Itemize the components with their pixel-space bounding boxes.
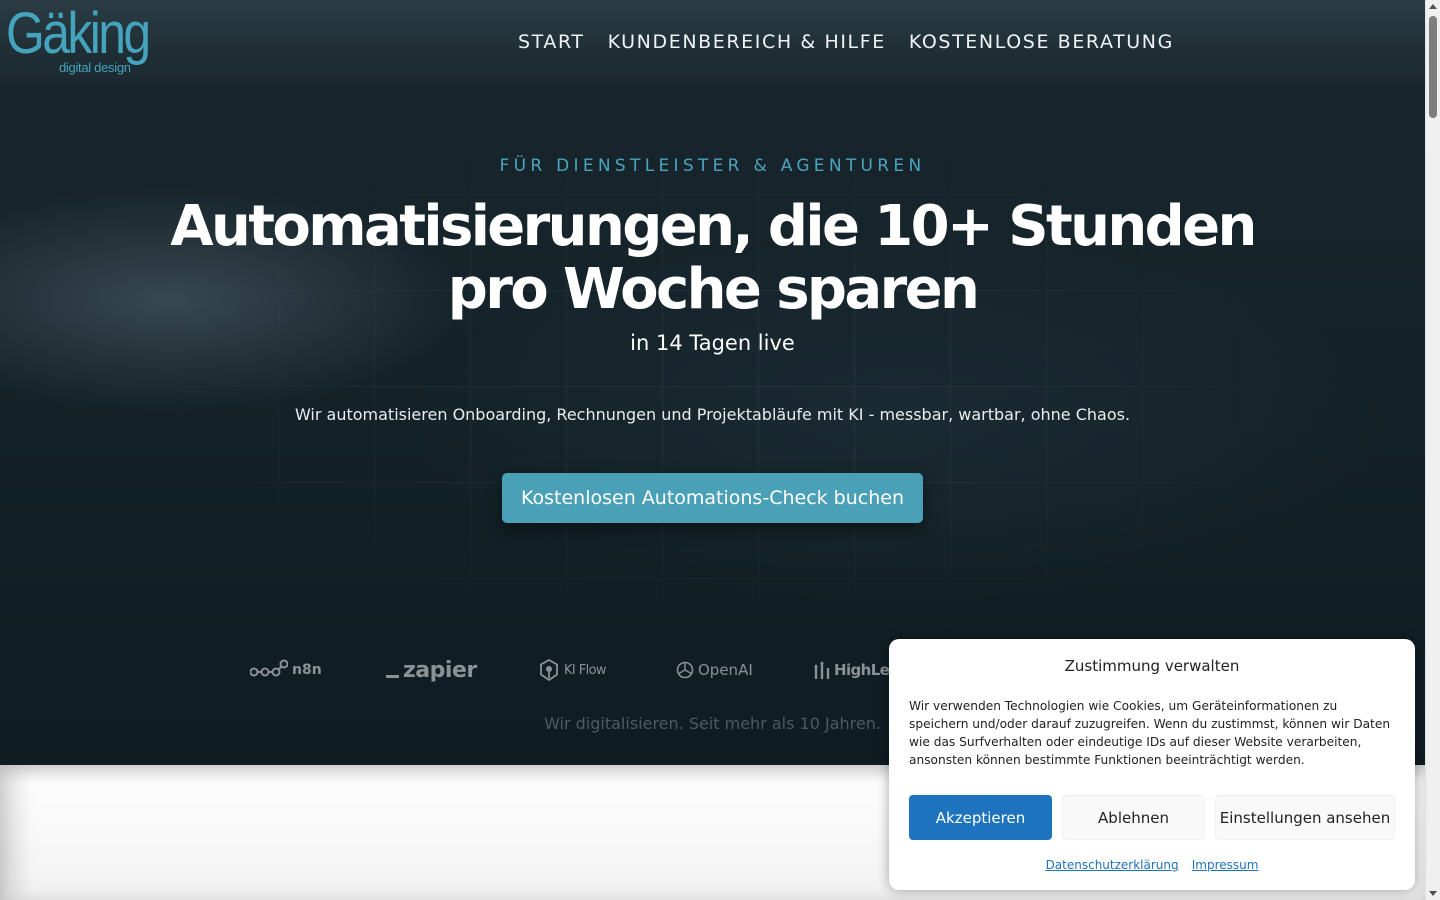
consent-text: Wir verwenden Technologien wie Cookies, … [909, 699, 1391, 767]
partner-logo-kiflow: KI Flow [538, 650, 607, 690]
n8n-icon [250, 659, 288, 677]
logo-wordmark: Gäking [6, 1, 151, 66]
consent-title: Zustimmung verwalten [1064, 657, 1240, 675]
openai-label: OpenAI [698, 661, 753, 679]
view-preferences-button[interactable]: Einstellungen ansehen [1215, 795, 1395, 840]
kiflow-label: KI Flow [564, 662, 607, 678]
nav-item-kundenbereich[interactable]: KUNDENBEREICH & HILFE [608, 28, 886, 56]
partner-logo-n8n: n8n [250, 650, 322, 690]
zapier-logo [386, 674, 399, 678]
highlevel-icon [814, 661, 830, 679]
hero-headline: Automatisierungen, die 10+ Stunden pro W… [170, 194, 1257, 322]
hero-subline: in 14 Tagen live [630, 331, 795, 355]
partner-logo-zapier: zapier [386, 650, 477, 690]
site-logo[interactable]: Gäking digital design [6, 1, 166, 78]
main-navigation: START KUNDENBEREICH & HILFE KOSTENLOSE B… [518, 28, 1197, 56]
logo-tagline: digital design [59, 60, 131, 75]
hero-lead-text: Wir automatisieren Onboarding, Rechnunge… [294, 405, 1131, 424]
nav-item-start[interactable]: START [518, 28, 585, 56]
cookie-consent-dialog: Zustimmung verwalten Wir verwenden Techn… [889, 639, 1415, 890]
partner-logo-openai: OpenAI [676, 650, 753, 690]
deny-cookies-button[interactable]: Ablehnen [1062, 795, 1205, 840]
privacy-policy-link[interactable]: Datenschutzerklärung [1046, 858, 1179, 872]
accept-cookies-button[interactable]: Akzeptieren [909, 795, 1052, 840]
consent-links: Datenschutzerklärung Impressum [889, 854, 1415, 873]
scroll-up-arrow-icon[interactable] [1429, 4, 1437, 9]
hero-eyebrow: FÜR DIENSTLEISTER & AGENTUREN [499, 156, 926, 176]
zapier-label: zapier [403, 657, 477, 683]
automation-check-button[interactable]: Kostenlosen Automations-Check buchen [502, 473, 923, 523]
scroll-down-arrow-icon[interactable] [1429, 891, 1437, 896]
openai-icon [676, 661, 694, 679]
imprint-link[interactable]: Impressum [1192, 858, 1259, 872]
page-scrollbar[interactable] [1425, 0, 1440, 900]
kiflow-icon [540, 659, 558, 681]
scrollbar-thumb[interactable] [1429, 16, 1437, 118]
n8n-label: n8n [292, 662, 322, 678]
nav-item-beratung[interactable]: KOSTENLOSE BERATUNG [909, 28, 1174, 56]
